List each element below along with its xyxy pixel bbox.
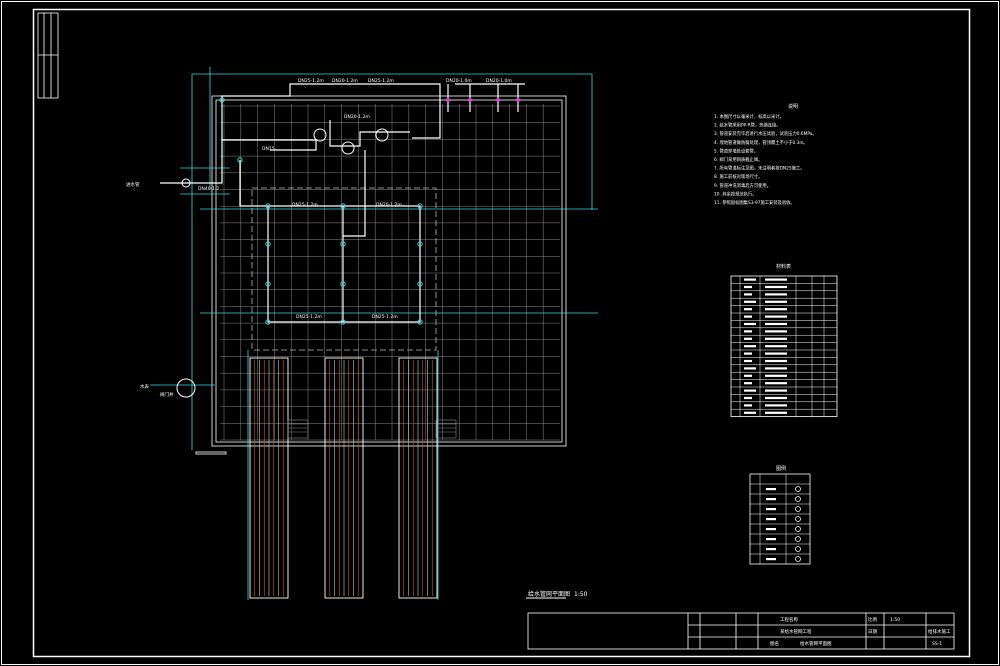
pipe-label: DN15 [262, 146, 275, 152]
design-notes: 说明 1. 本图尺寸以毫米计，标高以米计。 2. 给水管采用PP-R管，热熔连接。… [714, 103, 817, 206]
inlet-label2: DN40-1.2 [198, 186, 219, 192]
dimension-lines [150, 67, 598, 600]
note-line: 7. 所有管道标注见图，未注明者按DN25施工。 [714, 165, 805, 172]
pipe-label: DN25-1.2m [292, 202, 318, 208]
meter-label2: 阀门井 [160, 391, 174, 398]
note-line: 11. 参照国标图集S3-97施工安装及验收。 [714, 199, 795, 206]
tb-project: 工程名称 [780, 616, 798, 623]
binding-margin [37, 12, 59, 99]
note-line: 10. 其余按规范执行。 [714, 190, 757, 197]
note-line: 1. 本图尺寸以毫米计，标高以米计。 [714, 113, 784, 120]
note-line: 9. 管道冲洗消毒后方可使用。 [714, 182, 771, 189]
inner-zone [251, 187, 437, 351]
note-line: 5. 管道穿墙处设套管。 [714, 147, 758, 154]
table1-title: 材料表 [776, 263, 791, 270]
pipe-label: DN25-1.2m [372, 314, 398, 320]
riser-node [446, 98, 450, 102]
note-line: 8. 施工前核对现场尺寸。 [714, 173, 762, 180]
note-line: 2. 给水管采用PP-R管，热熔连接。 [714, 122, 781, 129]
riser-node [468, 98, 472, 102]
tb-drawing-label: 图名 [770, 640, 779, 647]
valve-symbols [176, 128, 389, 398]
inner-frame [32, 8, 971, 658]
riser-node [496, 98, 500, 102]
plan-scale: 1:50 [574, 591, 588, 598]
tb-date-label: 日期 [868, 629, 877, 635]
riser-node [516, 98, 520, 102]
legend-table: 图例 [749, 465, 811, 565]
tb-scale: 1:50 [890, 617, 900, 623]
floor-grid [220, 104, 560, 441]
notes-title: 说明 [788, 103, 798, 110]
tb-drawing-name: 给水管网平面图 [800, 640, 832, 647]
pipe-label: DN20-1.2m [344, 114, 370, 120]
material-table: 材料表 [730, 263, 838, 418]
table2-title: 图例 [776, 465, 786, 472]
tb-project-name: 某给水管网工程 [780, 628, 812, 635]
inlet-label: 进水管 [126, 181, 140, 188]
plan-title-text: 给水管网平面图 [528, 590, 570, 598]
meter-label: 水表 [140, 383, 149, 390]
pipe-label: DN25-1.2m [298, 78, 324, 84]
tb-sheet-no: SS-1 [932, 641, 942, 647]
plan-title: 给水管网平面图 1:50 [526, 590, 588, 599]
tb-scale-label: 比例 [868, 616, 877, 623]
pipe-label: DN20-1.0m [486, 78, 512, 84]
note-line: 4. 埋地管道做防腐处理，管顶覆土不小于0.3m。 [714, 139, 808, 146]
note-line: 3. 管道安装完毕后进行水压试验，试验压力0.6MPa。 [714, 130, 817, 137]
pipe-label: DN25-1.2m [296, 314, 322, 320]
outer-frame [1, 1, 999, 665]
stair-hatches [287, 419, 457, 439]
building-outline [195, 95, 567, 455]
tb-drawing-no: 给排水施工 [928, 628, 951, 635]
pipe-label: DN20-1.0m [446, 78, 472, 84]
pipe-label: DN25-1.2m [368, 78, 394, 84]
cad-drawing: DN25-1.2m DN20-1.2m DN25-1.2m DN20-1.0m … [1, 1, 999, 665]
title-block-text: 工程名称 某给水管网工程 图名 给水管网平面图 比例 1:50 日期 给排水施工… [770, 616, 951, 647]
pipe-label: DN20-1.2m [332, 78, 358, 84]
note-line: 6. 阀门采用铜质截止阀。 [714, 156, 762, 163]
pipe-label: DN20-1.2m [376, 202, 402, 208]
